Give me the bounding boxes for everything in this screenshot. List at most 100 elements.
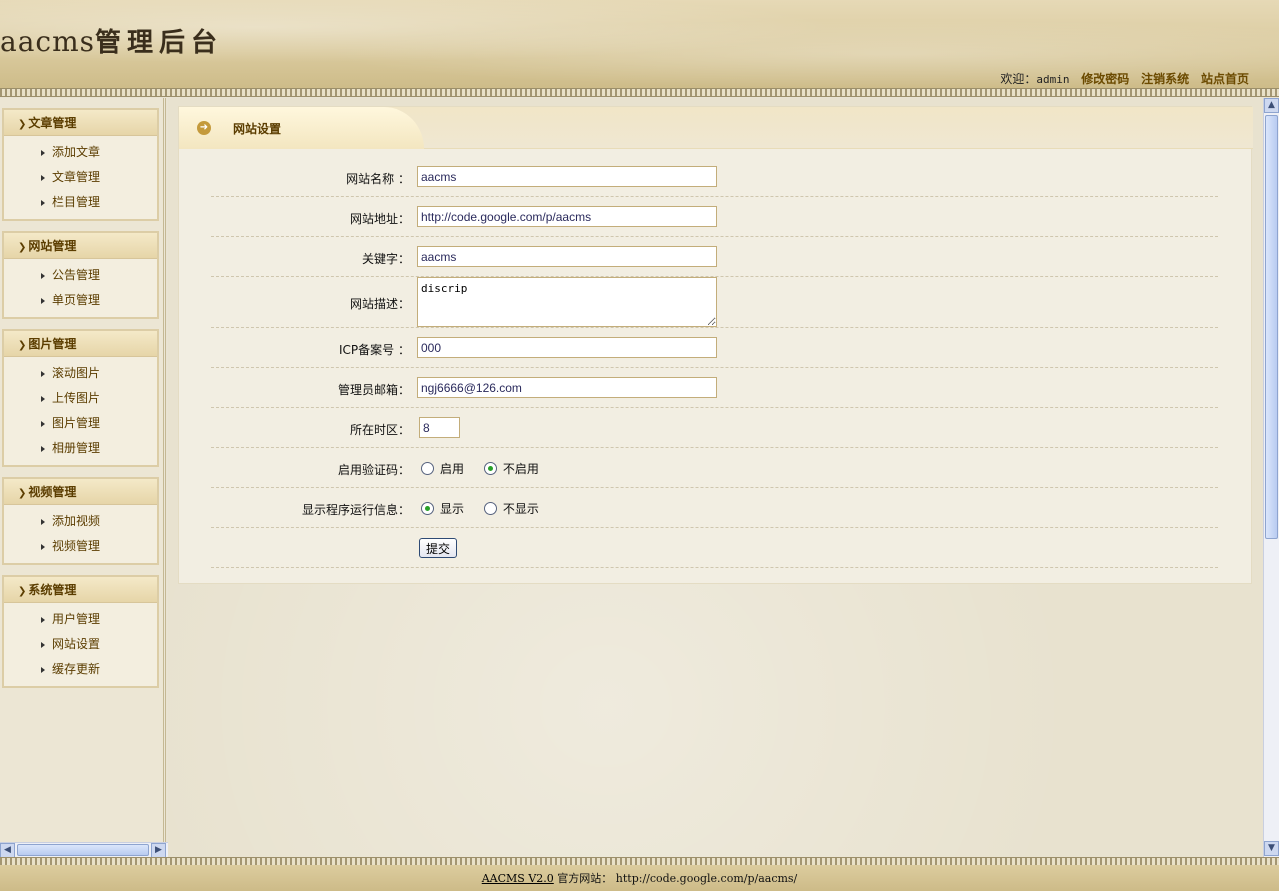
chevron-icon: ❯ <box>18 488 27 499</box>
welcome-text: 欢迎： <box>1000 72 1037 86</box>
chevron-icon: ❯ <box>18 586 27 597</box>
settings-panel: ➜ 网站设置 网站名称 ： 网站地址： 关键字： 网站描述： discrip <box>178 106 1253 584</box>
menu-title-image[interactable]: ❯ 图片管理 <box>4 331 157 357</box>
logout-link[interactable]: 注销系统 <box>1141 72 1189 86</box>
footer-border <box>0 857 1279 865</box>
form-row-submit: 提交 <box>211 528 1218 568</box>
form-row-captcha: 启用验证码： 启用 不启用 <box>211 448 1218 488</box>
form-row-runinfo: 显示程序运行信息： 显示 不显示 <box>211 488 1218 528</box>
form-row-timezone: 所在时区： <box>211 408 1218 448</box>
submit-button[interactable]: 提交 <box>419 538 458 558</box>
header-border <box>0 88 1279 97</box>
sidebar-item-label: 添加视频 <box>52 514 101 528</box>
menu-title-video[interactable]: ❯ 视频管理 <box>4 479 157 505</box>
panel-title: 网站设置 <box>233 122 282 136</box>
sidebar-item-image-manage[interactable]: 图片管理 <box>4 411 157 436</box>
sidebar-item-add-video[interactable]: 添加视频 <box>4 509 157 534</box>
captcha-disable-radio[interactable] <box>483 462 497 475</box>
main-vertical-scrollbar[interactable]: ▲ ▼ <box>1263 98 1279 858</box>
scroll-thumb[interactable] <box>17 844 149 856</box>
captcha-enable-radio[interactable] <box>421 462 434 475</box>
sidebar-item-label: 网站设置 <box>52 637 101 651</box>
timezone-label: 所在时区： <box>349 423 410 437</box>
email-input[interactable] <box>417 377 717 398</box>
sidebar-item-add-article[interactable]: 添加文章 <box>4 140 157 165</box>
site-home-link[interactable]: 站点首页 <box>1201 72 1249 86</box>
description-textarea[interactable]: discrip <box>417 277 717 327</box>
menu-title-label: 图片管理 <box>28 337 77 351</box>
email-label: 管理员邮箱： <box>337 383 410 397</box>
sidebar: ❯ 文章管理 添加文章 文章管理 栏目管理 ❯ 网站管理 公告管理 单页管理 ❯ 图片… <box>0 98 166 858</box>
sidebar-item-label: 图片管理 <box>52 416 101 430</box>
sidebar-item-page-manage[interactable]: 单页管理 <box>4 288 157 313</box>
keywords-input[interactable] <box>417 246 717 267</box>
menu-group-system: ❯ 系统管理 用户管理 网站设置 缓存更新 <box>2 575 159 688</box>
sidebar-item-label: 视频管理 <box>52 539 101 553</box>
menu-title-label: 系统管理 <box>28 583 77 597</box>
menu-title-label: 文章管理 <box>28 116 77 130</box>
sidebar-item-scroll-image[interactable]: 滚动图片 <box>4 361 157 386</box>
keywords-label: 关键字： <box>361 252 410 266</box>
chevron-icon: ❯ <box>18 242 27 253</box>
change-password-link[interactable]: 修改密码 <box>1081 72 1129 86</box>
sidebar-item-notice-manage[interactable]: 公告管理 <box>4 263 157 288</box>
form-row-site-url: 网站地址： <box>211 197 1218 237</box>
captcha-disable-label: 不启用 <box>502 462 539 476</box>
captcha-enable-label: 启用 <box>440 462 465 476</box>
description-label: 网站描述： <box>349 297 410 311</box>
sidebar-item-upload-image[interactable]: 上传图片 <box>4 386 157 411</box>
form-row-email: 管理员邮箱： <box>211 368 1218 408</box>
top-links: 欢迎：admin 修改密码 注销系统 站点首页 <box>1000 70 1249 87</box>
menu-title-label: 网站管理 <box>28 239 77 253</box>
sidebar-item-site-settings[interactable]: 网站设置 <box>4 632 157 657</box>
official-site-label: 官方网站： <box>557 872 613 885</box>
scroll-left-icon[interactable]: ◀ <box>0 843 15 858</box>
panel-tab: ➜ 网站设置 <box>179 107 424 149</box>
sidebar-item-user-manage[interactable]: 用户管理 <box>4 607 157 632</box>
sidebar-item-label: 文章管理 <box>52 170 101 184</box>
runinfo-show-radio[interactable] <box>421 502 434 515</box>
menu-title-article[interactable]: ❯ 文章管理 <box>4 110 157 136</box>
scroll-right-icon[interactable]: ▶ <box>151 843 166 858</box>
sidebar-item-article-manage[interactable]: 文章管理 <box>4 165 157 190</box>
version-link[interactable]: AACMS V2.0 <box>482 872 554 885</box>
site-name-label: 网站名称 ： <box>346 172 410 186</box>
runinfo-hide-label: 不显示 <box>502 502 539 516</box>
scroll-up-icon[interactable]: ▲ <box>1264 98 1279 113</box>
sidebar-item-label: 相册管理 <box>52 441 101 455</box>
sidebar-item-album-manage[interactable]: 相册管理 <box>4 436 157 461</box>
scroll-down-icon[interactable]: ▼ <box>1264 841 1279 856</box>
form-row-site-name: 网站名称 ： <box>211 157 1218 197</box>
menu-group-site: ❯ 网站管理 公告管理 单页管理 <box>2 231 159 319</box>
runinfo-hide-radio[interactable] <box>483 502 497 515</box>
icp-label: ICP备案号 ： <box>339 343 410 357</box>
sidebar-item-column-manage[interactable]: 栏目管理 <box>4 190 157 215</box>
site-logo: aacms管理后台 <box>0 22 223 59</box>
scroll-thumb[interactable] <box>1265 115 1278 539</box>
captcha-label: 启用验证码： <box>337 463 410 477</box>
sidebar-item-video-manage[interactable]: 视频管理 <box>4 534 157 559</box>
sidebar-horizontal-scrollbar[interactable]: ◀ ▶ <box>0 842 168 858</box>
logo-en: aacms <box>0 25 95 58</box>
panel-tab-bar: ➜ 网站设置 <box>179 107 1253 149</box>
arrow-circle-icon: ➜ <box>197 121 211 135</box>
icp-input[interactable] <box>417 337 717 358</box>
site-url-input[interactable] <box>417 206 717 227</box>
site-name-input[interactable] <box>417 166 717 187</box>
sidebar-item-label: 添加文章 <box>52 145 101 159</box>
site-settings-form: 网站名称 ： 网站地址： 关键字： 网站描述： discrip ICP备案号 ：… <box>211 157 1218 568</box>
menu-title-system[interactable]: ❯ 系统管理 <box>4 577 157 603</box>
timezone-input[interactable] <box>419 417 460 438</box>
sidebar-item-label: 公告管理 <box>52 268 101 282</box>
main-content: ➜ 网站设置 网站名称 ： 网站地址： 关键字： 网站描述： discrip <box>168 98 1263 858</box>
sidebar-item-label: 用户管理 <box>52 612 101 626</box>
menu-title-site[interactable]: ❯ 网站管理 <box>4 233 157 259</box>
official-site-url: http://code.google.com/p/aacms/ <box>615 872 798 885</box>
logo-zh: 管理后台 <box>95 28 224 58</box>
chevron-icon: ❯ <box>18 119 27 130</box>
sidebar-item-label: 单页管理 <box>52 293 101 307</box>
chevron-icon: ❯ <box>18 340 27 351</box>
footer: AACMS V2.0 官方网站： http://code.google.com/… <box>0 865 1279 891</box>
site-url-label: 网站地址： <box>349 212 410 226</box>
sidebar-item-cache-update[interactable]: 缓存更新 <box>4 657 157 682</box>
